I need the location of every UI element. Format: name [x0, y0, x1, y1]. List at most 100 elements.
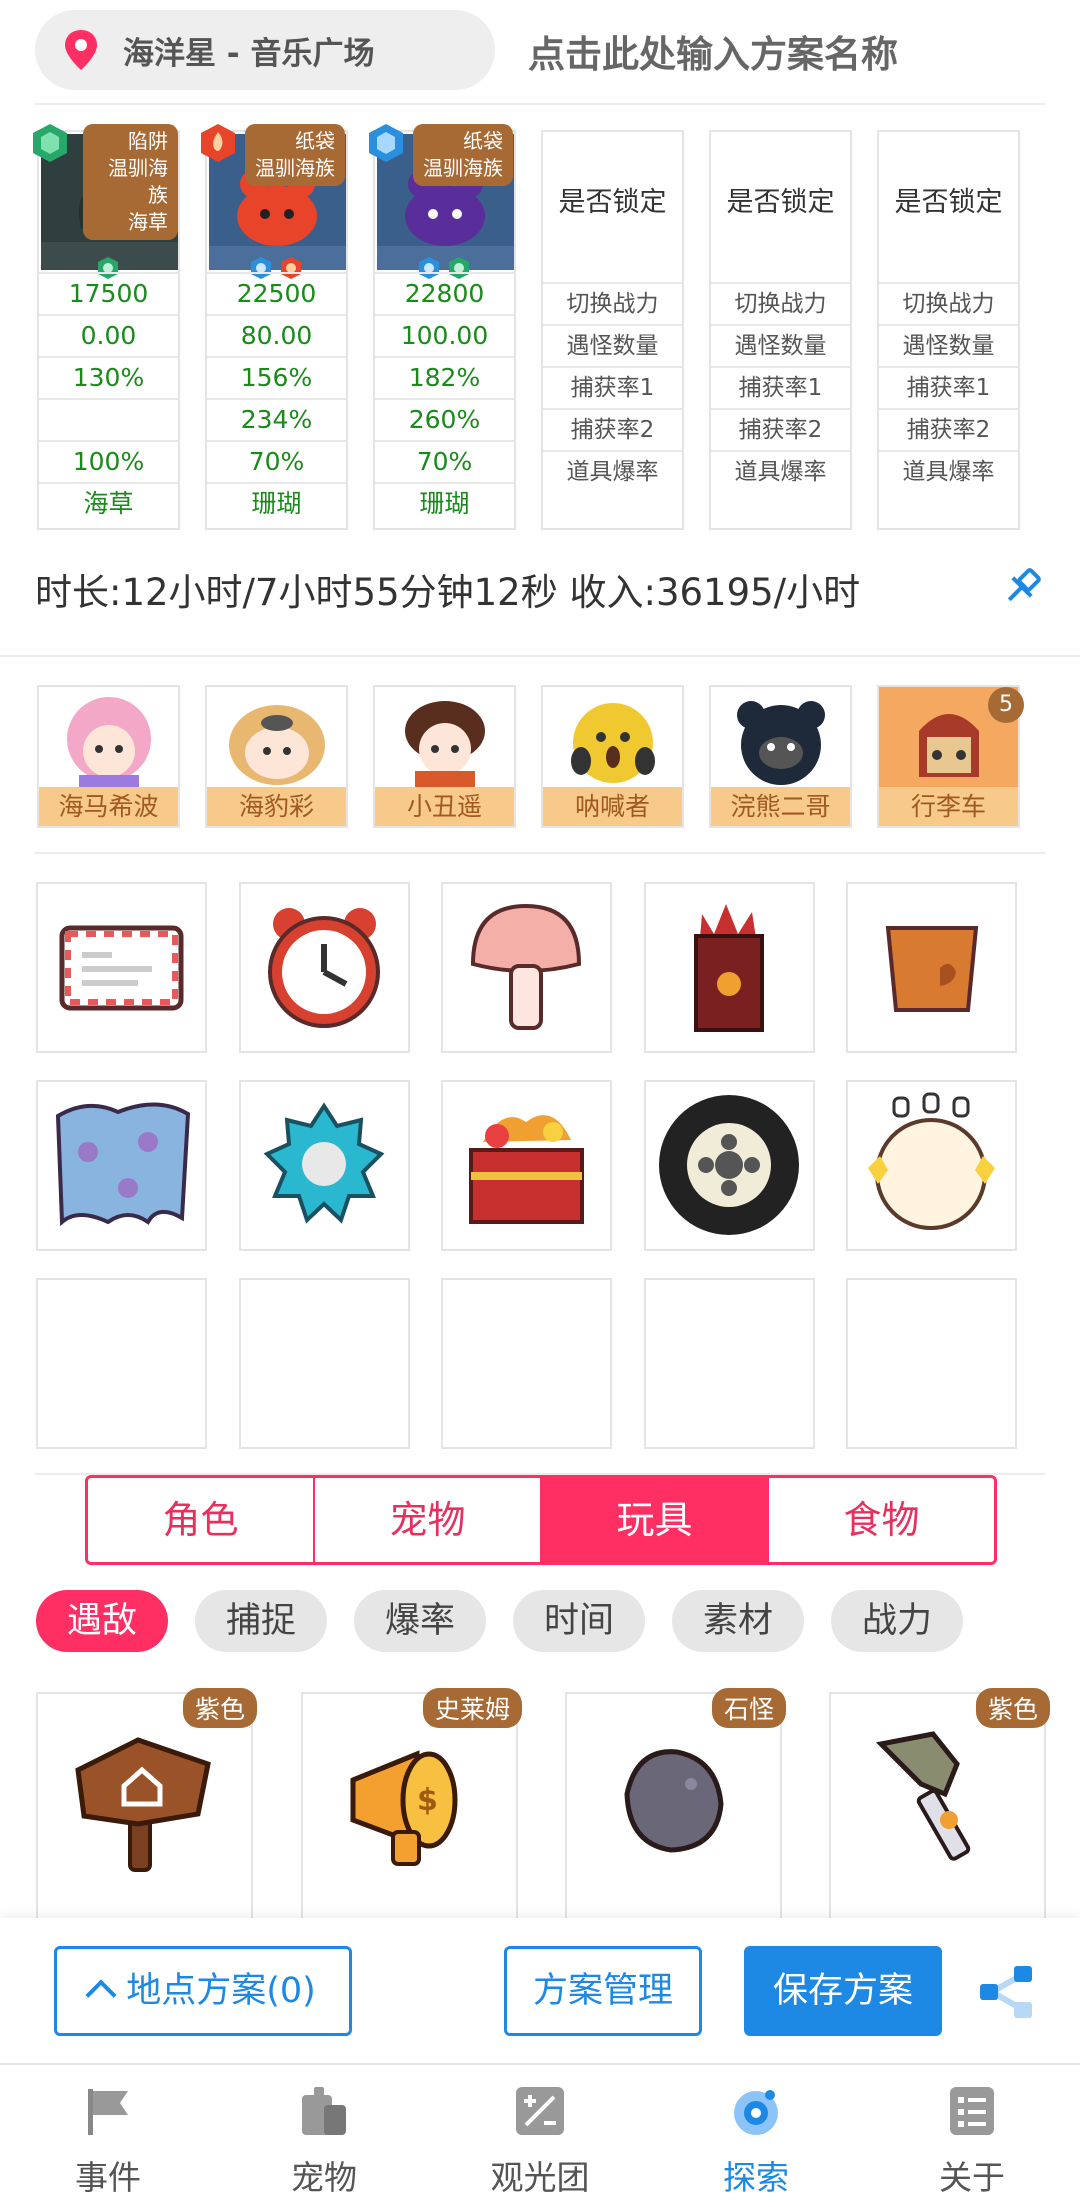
seal-avatar-icon	[229, 705, 325, 785]
tab-label: 探索	[723, 2158, 789, 2197]
filter-chip-time[interactable]: 时间	[513, 1590, 645, 1652]
empty-item-slot[interactable]	[846, 1278, 1017, 1449]
stat-capture-1: 130%	[39, 356, 178, 398]
mushroom-icon	[470, 903, 582, 1030]
wooden-sign-icon	[75, 1737, 211, 1872]
item-slot[interactable]	[441, 882, 612, 1053]
trait-tag: 纸袋 温驯海族	[245, 124, 345, 186]
party-member[interactable]: 海马希波	[37, 685, 180, 828]
slot-row: 道具爆率	[711, 450, 850, 492]
item-slot[interactable]	[36, 882, 207, 1053]
slot-row: 道具爆率	[543, 450, 682, 492]
party-member-name: 行李车	[879, 787, 1018, 826]
slot-row: 切换战力	[711, 282, 850, 324]
lock-toggle[interactable]: 是否锁定	[543, 180, 682, 219]
tire-icon	[659, 1095, 799, 1235]
lock-toggle[interactable]: 是否锁定	[879, 180, 1018, 219]
share-icon[interactable]	[976, 1964, 1036, 2020]
item-slot[interactable]	[846, 882, 1017, 1053]
stat-capture-2: 234%	[207, 398, 346, 440]
tab-about[interactable]: 关于	[864, 2085, 1080, 2205]
toy-card[interactable]: 石怪	[565, 1688, 786, 1922]
filter-chip-encounter[interactable]: 遇敌	[36, 1590, 168, 1652]
slot-row: 捕获率2	[543, 408, 682, 450]
tab-label: 观光团	[490, 2158, 590, 2197]
slot-row: 捕获率2	[879, 408, 1018, 450]
character-card[interactable]: 陷阱 温驯海族 海草 17500 0.00 130% 100% 海草	[33, 124, 180, 530]
envelope-icon	[59, 925, 184, 1011]
stat-material: 海草	[39, 482, 178, 524]
empty-character-slot[interactable]: 是否锁定 切换战力 遇怪数量 捕获率1 捕获率2 道具爆率	[709, 130, 852, 530]
party-member-name: 浣熊二哥	[711, 787, 850, 826]
tab-characters[interactable]: 角色	[88, 1478, 315, 1562]
cork-block-icon	[885, 926, 979, 1012]
location-selector[interactable]: 海洋星 - 音乐广场	[35, 10, 495, 90]
filter-chip-material[interactable]: 素材	[672, 1590, 804, 1652]
tab-events[interactable]: 事件	[0, 2085, 216, 2205]
location-label: 海洋星 - 音乐广场	[123, 35, 375, 72]
stat-power: 22500	[207, 272, 346, 314]
party-member-name: 海豹彩	[207, 787, 346, 826]
filter-chip-capture[interactable]: 捕捉	[195, 1590, 327, 1652]
location-pin-icon	[65, 30, 97, 70]
item-slot[interactable]	[441, 1080, 612, 1251]
stat-encounter: 100.00	[375, 314, 514, 356]
stat-power: 17500	[39, 272, 178, 314]
tab-toys[interactable]: 玩具	[542, 1478, 769, 1562]
party-member[interactable]: 海豹彩	[205, 685, 348, 828]
party-member[interactable]: 行李车 5	[877, 685, 1024, 828]
tab-pets-nav[interactable]: 宠物	[216, 2085, 432, 2205]
tab-pets[interactable]: 宠物	[315, 1478, 542, 1562]
empty-item-slot[interactable]	[644, 1278, 815, 1449]
filter-chip-drop-rate[interactable]: 爆率	[354, 1590, 486, 1652]
empty-item-slot[interactable]	[441, 1278, 612, 1449]
toy-card[interactable]: 紫色	[829, 1688, 1050, 1922]
stat-drop-rate: 70%	[375, 440, 514, 482]
item-slot[interactable]	[846, 1080, 1017, 1251]
item-slot[interactable]	[239, 882, 410, 1053]
pin-icon[interactable]	[1000, 565, 1044, 609]
stat-encounter: 0.00	[39, 314, 178, 356]
toy-card[interactable]: $ 史莱姆	[301, 1688, 522, 1922]
empty-character-slot[interactable]: 是否锁定 切换战力 遇怪数量 捕获率1 捕获率2 道具爆率	[541, 130, 684, 530]
slot-row: 切换战力	[879, 282, 1018, 324]
category-tabs: 角色 宠物 玩具 食物	[85, 1475, 997, 1565]
party-member-name: 小丑遥	[375, 787, 514, 826]
location-plans-button[interactable]: 地点方案(0)	[54, 1946, 352, 2036]
tab-tour-group[interactable]: 观光团	[432, 2085, 648, 2205]
stat-power: 22800	[375, 272, 514, 314]
slot-row: 捕获率1	[879, 366, 1018, 408]
sword-icon	[875, 1731, 971, 1861]
stat-capture-2	[39, 398, 178, 440]
toy-tag: 史莱姆	[422, 1688, 522, 1728]
tab-explore[interactable]: 探索	[648, 2085, 864, 2205]
money-megaphone-icon: $	[350, 1750, 458, 1866]
item-slot[interactable]	[36, 1080, 207, 1251]
toy-card[interactable]: 紫色	[36, 1688, 257, 1922]
party-member[interactable]: 浣熊二哥	[709, 685, 852, 828]
treasure-box-icon	[469, 1115, 584, 1224]
stat-material: 珊瑚	[375, 482, 514, 524]
plan-name-input[interactable]: 点击此处输入方案名称	[528, 24, 898, 78]
save-plan-button[interactable]: 保存方案	[744, 1946, 942, 2036]
water-gem-icon	[369, 124, 403, 162]
character-card[interactable]: 纸袋 温驯海族 22800 100.00 182% 260% 70% 珊瑚	[369, 124, 516, 530]
party-member[interactable]: 呐喊者	[541, 685, 684, 828]
lock-toggle[interactable]: 是否锁定	[711, 180, 850, 219]
character-card[interactable]: 纸袋 温驯海族 22500 80.00 156% 234% 70% 珊瑚	[201, 124, 348, 530]
item-slot[interactable]	[644, 1080, 815, 1251]
pearl-icon	[868, 1092, 995, 1230]
empty-item-slot[interactable]	[239, 1278, 410, 1449]
svg-text:$: $	[417, 1783, 438, 1818]
item-slot[interactable]	[239, 1080, 410, 1251]
slot-row: 切换战力	[543, 282, 682, 324]
manage-plans-button[interactable]: 方案管理	[504, 1946, 702, 2036]
slot-row: 捕获率2	[711, 408, 850, 450]
party-member[interactable]: 小丑遥	[373, 685, 516, 828]
empty-character-slot[interactable]: 是否锁定 切换战力 遇怪数量 捕获率1 捕获率2 道具爆率	[877, 130, 1020, 530]
tab-food[interactable]: 食物	[769, 1478, 994, 1562]
item-slot[interactable]	[644, 882, 815, 1053]
empty-item-slot[interactable]	[36, 1278, 207, 1449]
slot-row: 道具爆率	[879, 450, 1018, 492]
filter-chip-power[interactable]: 战力	[831, 1590, 963, 1652]
